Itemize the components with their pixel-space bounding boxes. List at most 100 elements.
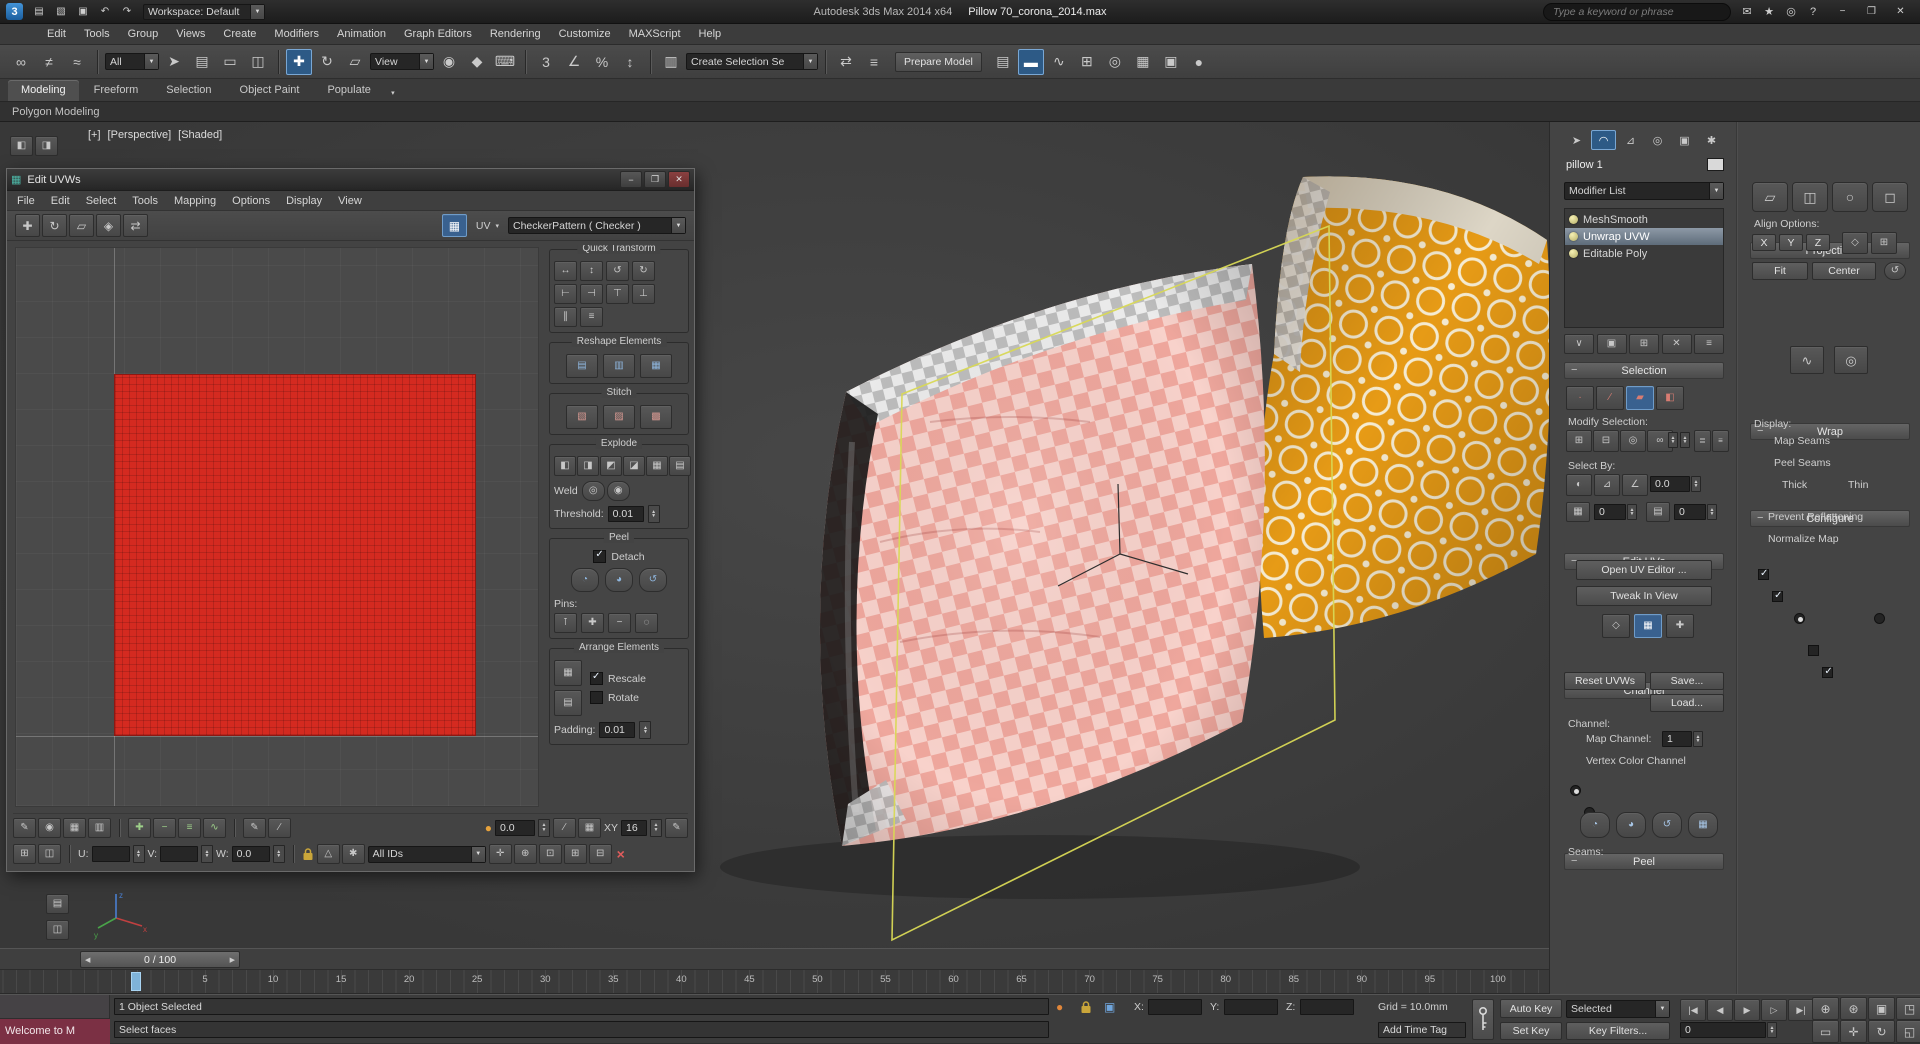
save-uvws-button[interactable]: Save... xyxy=(1650,672,1724,690)
selection-rollout-header[interactable]: Selection xyxy=(1564,362,1724,379)
ribbon-tab[interactable]: Freeform xyxy=(81,80,152,101)
padding-field[interactable]: 0.01 xyxy=(599,722,636,738)
load-uvws-button[interactable]: Load... xyxy=(1650,694,1724,712)
move-vertical-icon[interactable]: ↕ xyxy=(580,261,603,281)
animate-selection-dropdown[interactable]: Selected ▼ xyxy=(1566,1000,1670,1018)
modifier-stack-item[interactable]: MeshSmooth xyxy=(1565,211,1723,228)
time-slider-next-button[interactable]: ▶ xyxy=(230,956,235,964)
stitch-to-target-icon[interactable]: ▩ xyxy=(640,405,672,429)
menu-item[interactable]: Mapping xyxy=(166,195,224,207)
selection-filter-dropdown[interactable]: All ▼ xyxy=(105,53,159,70)
go-to-start-icon[interactable]: |◀ xyxy=(1680,999,1706,1021)
menu-item[interactable]: Edit xyxy=(38,28,75,40)
edit-named-selection-sets-icon[interactable]: ▥ xyxy=(658,49,684,75)
select-by-angle-icon[interactable]: ⊿ xyxy=(1594,474,1620,496)
viewport-shading-menu[interactable]: [Shaded] xyxy=(178,129,222,141)
container-explorer-icon[interactable]: ◫ xyxy=(46,920,69,940)
infocenter-icon[interactable]: ◎ xyxy=(1781,3,1801,20)
menu-item[interactable]: Animation xyxy=(328,28,395,40)
ribbon-tab[interactable]: Object Paint xyxy=(227,80,313,101)
map-seams-checkbox[interactable] xyxy=(1758,568,1769,580)
edit-uvws-window[interactable]: ▦ Edit UVWs − ❐ ✕ File Edit Select Tools Mappi… xyxy=(6,168,695,872)
key-filters-button[interactable]: Key Filters... xyxy=(1566,1022,1670,1040)
pelt-map-icon[interactable]: ▦ xyxy=(1688,812,1718,838)
menu-item[interactable]: Tools xyxy=(75,28,119,40)
open-file-icon[interactable]: ▧ xyxy=(51,3,71,20)
edge-loop-icon[interactable]: ≣ xyxy=(1694,430,1711,452)
lightbulb-icon[interactable] xyxy=(1569,215,1578,224)
current-frame-spinner[interactable] xyxy=(1767,1022,1777,1038)
u-spinner[interactable] xyxy=(132,845,145,863)
edge-mode-icon[interactable]: ∕ xyxy=(1596,386,1624,410)
flatten-by-angle-icon[interactable]: ◩ xyxy=(600,456,622,476)
menu-item[interactable]: Create xyxy=(214,28,265,40)
uv-island-selected[interactable] xyxy=(114,374,476,736)
x-coord-field[interactable] xyxy=(1148,999,1202,1015)
peel-mode-icon[interactable]: ◕ xyxy=(1616,812,1646,838)
soft-selection-paint-icon[interactable]: ✎ xyxy=(13,817,36,838)
uv-canvas[interactable] xyxy=(15,247,539,807)
selection-lock-icon[interactable] xyxy=(1080,1000,1092,1014)
open-uv-editor-button[interactable]: Open UV Editor ... xyxy=(1576,560,1712,580)
select-and-manipulate-icon[interactable]: ◆ xyxy=(464,49,490,75)
select-overlap-icon[interactable]: ∕ xyxy=(268,817,291,838)
loop-selection-icon[interactable]: ≡ xyxy=(178,817,201,838)
make-unique-icon[interactable]: ⊞ xyxy=(1629,334,1659,354)
peel-mode-icon[interactable]: ◕ xyxy=(605,568,633,592)
modifier-stack-item[interactable]: Unwrap UVW xyxy=(1565,228,1723,245)
ring-spinner[interactable] xyxy=(1668,432,1678,448)
undo-icon[interactable]: ↶ xyxy=(95,3,115,20)
spherical-map-icon[interactable]: ○ xyxy=(1832,182,1868,212)
relax-tool-icon[interactable]: ▤ xyxy=(566,354,598,378)
show-map-icon[interactable]: ▦ xyxy=(441,214,467,237)
detach-checkbox[interactable] xyxy=(593,549,607,563)
ribbon-tab[interactable]: Selection xyxy=(153,80,224,101)
ribbon-menu-arrow-icon[interactable]: ▾ xyxy=(384,84,402,101)
named-selection-sets-dropdown[interactable]: Create Selection Se ▼ xyxy=(686,53,818,70)
minimize-button[interactable]: − xyxy=(1829,3,1856,20)
uv-channel-label[interactable]: UV xyxy=(476,220,491,232)
motion-tab-icon[interactable]: ◎ xyxy=(1645,130,1670,150)
track-bar[interactable]: 5 10 15 20 25 30 35 40 45 50 55 60 65 70 75 80 85 90 95 100 xyxy=(0,970,1549,994)
maximize-button[interactable]: ❐ xyxy=(644,171,666,188)
wrap-spline-icon[interactable]: ∿ xyxy=(1790,346,1824,374)
menu-item[interactable]: Modifiers xyxy=(265,28,328,40)
detach-edge-verts-icon[interactable]: ◨ xyxy=(577,456,599,476)
go-to-end-icon[interactable]: ▶| xyxy=(1788,999,1814,1021)
stitch-custom-icon[interactable]: ▧ xyxy=(566,405,598,429)
grid-size-spinner[interactable] xyxy=(650,818,662,837)
ribbon-panel-label[interactable]: Polygon Modeling xyxy=(12,106,99,118)
freeform-uv-icon[interactable]: ◈ xyxy=(96,214,121,237)
play-animation-icon[interactable]: ▶ xyxy=(1734,999,1760,1021)
texture-checker-dropdown[interactable]: CheckerPattern ( Checker ) ▼ xyxy=(508,217,686,234)
edge-ring-icon[interactable]: ≡ xyxy=(1712,430,1729,452)
ignore-backfacing-icon[interactable]: ◐ xyxy=(1566,474,1592,496)
menu-item[interactable]: View xyxy=(330,195,370,207)
vertex-snap-icon[interactable]: △ xyxy=(316,844,340,864)
reset-uvws-button[interactable]: Reset UVWs xyxy=(1564,672,1646,690)
schematic-view-icon[interactable]: ⊞ xyxy=(1074,49,1100,75)
save-file-icon[interactable]: ▣ xyxy=(73,3,93,20)
ribbon-tab[interactable]: Modeling xyxy=(8,80,79,101)
current-frame-marker[interactable] xyxy=(131,972,141,991)
axis-button[interactable]: X xyxy=(1752,234,1776,251)
pin-stack-icon[interactable]: ∨ xyxy=(1564,334,1594,354)
snaps-toggle-icon[interactable]: 3 xyxy=(533,49,559,75)
y-coord-field[interactable] xyxy=(1224,999,1278,1015)
material-id-field[interactable]: 0 xyxy=(1594,504,1626,520)
axis-button[interactable]: Y xyxy=(1779,234,1803,251)
select-and-move-icon[interactable]: ✚ xyxy=(286,48,312,75)
shrink-selection-icon[interactable]: − xyxy=(153,817,176,838)
object-name-field[interactable]: pillow 1 xyxy=(1566,159,1603,171)
add-pin-icon[interactable]: ✚ xyxy=(581,613,604,633)
mirror-uv-icon[interactable]: ⇄ xyxy=(123,214,148,237)
help-icon[interactable]: ? xyxy=(1803,3,1823,20)
quick-transform-icon[interactable]: ▦ xyxy=(1634,614,1662,638)
v-spinner[interactable] xyxy=(201,845,214,863)
reset-peel-icon[interactable]: ↺ xyxy=(1652,812,1682,838)
exit-icon[interactable]: × xyxy=(617,846,625,862)
rescale-checkbox[interactable] xyxy=(590,671,603,685)
axis-button[interactable]: Z xyxy=(1806,234,1830,251)
zoom-extents-all-icon[interactable]: ◳ xyxy=(1896,997,1920,1020)
space-horizontal-icon[interactable]: ∥ xyxy=(554,307,577,327)
